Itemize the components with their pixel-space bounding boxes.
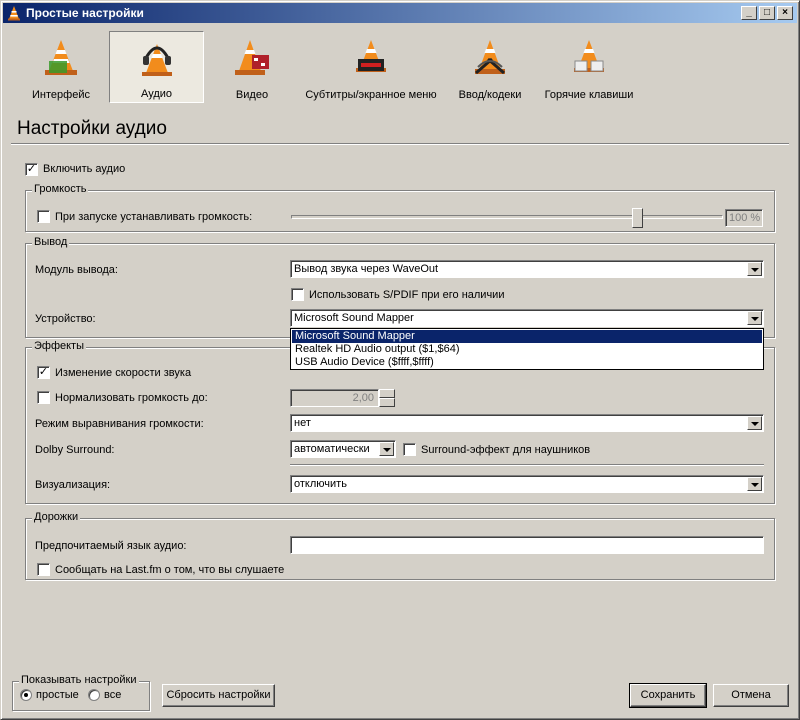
category-label: Ввод/кодеки [458,89,522,101]
maximize-button[interactable]: □ [759,6,775,20]
spdif-checkbox[interactable] [291,288,304,301]
visualization-combo[interactable]: отключить [290,475,764,493]
device-label: Устройство: [35,313,96,325]
volume-value: 100 % [729,212,761,224]
preferences-window: Простые настройки _ □ × Интерфейс Аудио … [0,0,800,720]
category-label: Видео [235,89,269,101]
chevron-down-icon[interactable] [747,416,762,430]
simple-radio[interactable] [20,689,32,701]
volume-value-box: 100 % [725,209,763,227]
output-module-label: Модуль вывода: [35,264,118,276]
cone-video-icon [235,40,269,75]
category-interface[interactable]: Интерфейс [13,31,109,103]
replaygain-value: нет [294,417,311,429]
category-audio[interactable]: Аудио [109,31,204,103]
replaygain-combo[interactable]: нет [290,414,764,432]
category-subtitles[interactable]: Субтитры/экранное меню [299,31,443,103]
close-button[interactable]: × [777,6,793,20]
output-module-value: Вывод звука через WaveOut [294,263,439,275]
device-option[interactable]: Realtek HD Audio output ($1,$64) [292,343,762,356]
spin-up-icon[interactable] [379,389,395,398]
startup-volume-label: При запуске устанавливать громкость: [55,211,253,223]
cone-hotkeys-icon [574,40,604,72]
device-value: Microsoft Sound Mapper [294,312,414,324]
pitch-checkbox[interactable]: ✓ [37,366,50,379]
output-group-title: Вывод [32,236,70,248]
category-label: Интерфейс [32,89,90,101]
category-label: Горячие клавиши [544,89,634,101]
pitch-label: Изменение скорости звука [55,367,192,379]
effects-group-title: Эффекты [32,340,87,352]
chevron-down-icon[interactable] [747,262,762,276]
reset-settings-button[interactable]: Сбросить настройки [162,684,275,707]
window-title: Простые настройки [26,6,144,20]
normalize-spin-buttons[interactable] [379,389,395,407]
chevron-down-icon[interactable] [747,477,762,491]
headphone-checkbox[interactable] [403,443,416,456]
title-bar[interactable]: Простые настройки _ □ × [3,3,797,23]
vlc-cone-icon [8,6,20,21]
dolby-label: Dolby Surround: [35,444,115,456]
replaygain-label: Режим выравнивания громкости: [35,418,204,430]
device-option[interactable]: USB Audio Device ($ffff,$ffff) [292,356,762,369]
show-settings-title: Показывать настройки [19,674,139,686]
normalize-label: Нормализовать громкость до: [55,392,208,404]
category-hotkeys[interactable]: Горячие клавиши [537,31,641,103]
visualization-label: Визуализация: [35,479,111,491]
normalize-value: 2,00 [352,392,374,404]
audio-language-label: Предпочитаемый язык аудио: [35,540,187,552]
device-dropdown-list: Microsoft Sound Mapper Realtek HD Audio … [290,328,764,370]
dolby-combo[interactable]: автоматически [290,440,396,458]
volume-group-title: Громкость [32,183,89,195]
category-video[interactable]: Видео [205,31,299,103]
simple-label: простые [36,689,79,701]
page-title: Настройки аудио [17,118,167,139]
normalize-checkbox[interactable] [37,391,50,404]
cone-codecs-icon [475,40,505,75]
cancel-button[interactable]: Отмена [713,684,789,707]
output-module-combo[interactable]: Вывод звука через WaveOut [290,260,764,278]
chevron-down-icon[interactable] [379,442,394,456]
save-button[interactable]: Сохранить [629,683,707,708]
cone-subtitles-icon [356,40,386,72]
volume-slider-track[interactable] [291,215,723,219]
all-radio[interactable] [88,689,100,701]
chevron-down-icon[interactable] [747,311,762,325]
show-settings-group: Показывать настройки [12,674,150,711]
lastfm-checkbox[interactable] [37,563,50,576]
category-label: Аудио [140,88,173,100]
volume-slider-thumb[interactable] [631,208,643,228]
normalize-spinbox[interactable]: 2,00 [290,389,379,407]
tracks-group-title: Дорожки [32,511,81,523]
device-option-selected[interactable]: Microsoft Sound Mapper [292,330,762,343]
category-input-codecs[interactable]: Ввод/кодеки [443,31,537,103]
enable-audio-checkbox[interactable]: ✓ [25,163,38,176]
cone-interface-icon [45,40,77,75]
startup-volume-checkbox[interactable] [37,210,50,223]
visualization-value: отключить [294,478,347,490]
title-separator [11,143,789,145]
enable-audio-label: Включить аудио [43,163,126,175]
cone-headphones-icon [141,44,172,76]
category-toolbar: Интерфейс Аудио Видео Субтитры/экранное … [9,31,793,107]
audio-language-input[interactable] [290,536,764,554]
effects-separator [290,464,764,466]
spdif-label: Использовать S/PDIF при его наличии [309,289,505,301]
headphone-label: Surround-эффект для наушников [421,444,591,456]
minimize-button[interactable]: _ [741,6,757,20]
spin-down-icon[interactable] [379,398,395,407]
dolby-value: автоматически [294,443,370,455]
lastfm-label: Сообщать на Last.fm о том, что вы слушае… [55,564,285,576]
all-label: все [104,689,122,701]
category-label: Субтитры/экранное меню [305,89,437,101]
device-combo[interactable]: Microsoft Sound Mapper [290,309,764,327]
